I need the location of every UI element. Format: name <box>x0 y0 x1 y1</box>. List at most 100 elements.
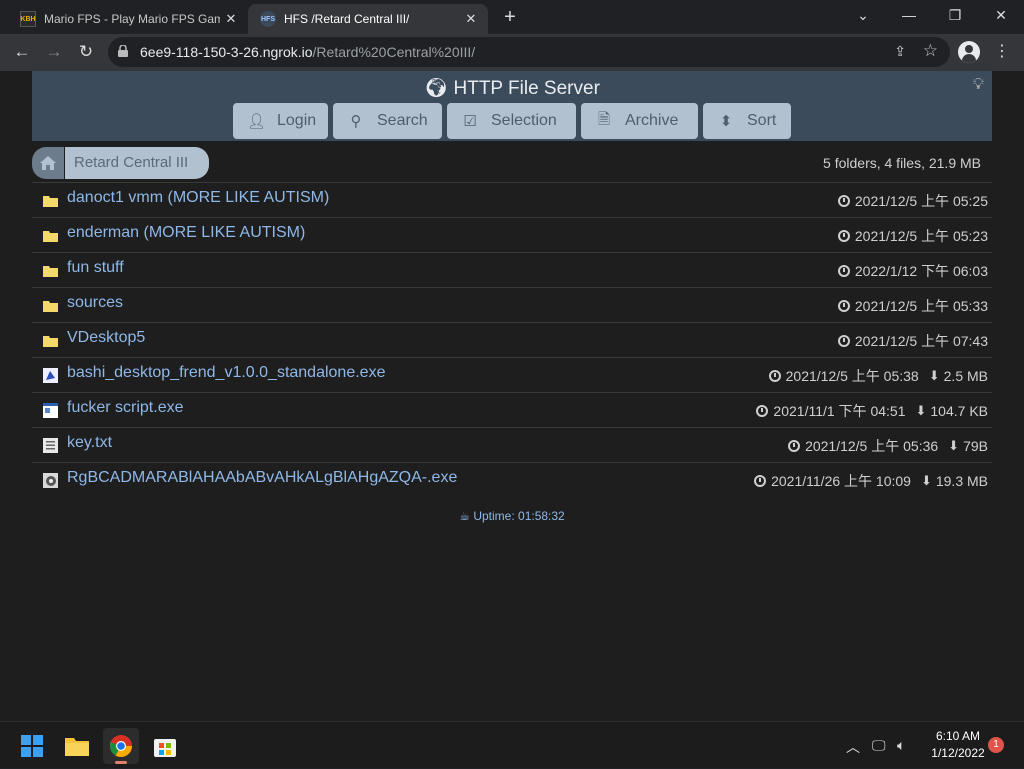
search-icon: ⚲ <box>350 113 362 130</box>
clock-icon <box>837 265 850 277</box>
clock-icon <box>754 475 767 487</box>
profile-avatar[interactable] <box>958 41 980 63</box>
item-date: 2021/11/1 下午 04:51 <box>773 403 906 419</box>
chrome-icon[interactable] <box>103 728 139 764</box>
browser-toolbar: ← → ↻ 6ee9-118-150-3-26.ngrok.io/Retard%… <box>0 34 1024 71</box>
item-size: 79B <box>963 438 988 454</box>
file-link[interactable]: VDesktop5 <box>67 329 145 347</box>
list-item: fun stuff 2022/1/12 下午 06:03 <box>32 252 992 287</box>
hfs-header: 🌍︎ HTTP File Server 💡︎ 👤︎ Login ⚲ Search ☑… <box>32 71 992 141</box>
taskbar: ︿ 🖵︎ 🔈︎ 6:10 AM 1/12/2022 1 <box>0 721 1024 768</box>
reload-button[interactable]: ↻ <box>74 41 98 65</box>
item-date: 2022/1/12 下午 06:03 <box>854 263 988 279</box>
tab-hfs[interactable]: HFS HFS /Retard Central III/ ✕ <box>248 4 488 34</box>
file-link[interactable]: enderman (MORE LIKE AUTISM) <box>67 224 305 242</box>
uptime-text: Uptime: 01:58:32 <box>473 509 565 523</box>
taskbar-time[interactable]: 6:10 AM <box>920 729 996 743</box>
windows-start-icon[interactable] <box>14 728 50 764</box>
clock-icon <box>837 300 850 312</box>
item-meta: 2021/12/5 上午 05:38 ⬇ 2.5 MB <box>768 366 988 386</box>
folder-icon <box>43 231 58 242</box>
tab-title: Mario FPS - Play Mario FPS Game <box>44 12 220 26</box>
home-icon[interactable] <box>32 147 64 179</box>
new-tab-button[interactable]: + <box>500 7 520 28</box>
list-item: VDesktop5 2021/12/5 上午 07:43 <box>32 322 992 357</box>
tab-search-icon[interactable]: ⌄ <box>848 6 878 26</box>
bookmark-star-icon[interactable]: ☆ <box>923 41 938 61</box>
uptime-status: ☕︎ Uptime: 01:58:32 <box>0 509 1024 523</box>
close-icon[interactable]: ✕ <box>462 10 480 28</box>
file-link[interactable]: key.txt <box>67 434 112 452</box>
url-host: 6ee9-118-150-3-26.ngrok.io <box>140 44 313 60</box>
share-icon[interactable]: ⇪ <box>894 43 906 60</box>
list-item: fucker script.exe 2021/11/1 下午 04:51 ⬇ 104… <box>32 392 992 427</box>
volume-icon[interactable]: 🔈︎ <box>897 737 905 754</box>
file-link[interactable]: danoct1 vmm (MORE LIKE AUTISM) <box>67 189 329 207</box>
file-link[interactable]: fucker script.exe <box>67 399 183 417</box>
list-item: danoct1 vmm (MORE LIKE AUTISM) 2021/12/5… <box>32 182 992 217</box>
exe-icon <box>43 403 58 418</box>
item-date: 2021/12/5 上午 05:36 <box>805 438 939 454</box>
exe-icon <box>43 473 58 488</box>
file-list: danoct1 vmm (MORE LIKE AUTISM) 2021/12/5… <box>32 182 992 497</box>
menu-kebab-icon[interactable]: ⋮ <box>994 42 1010 62</box>
item-meta: 2021/12/5 上午 05:23 <box>837 226 988 246</box>
item-date: 2021/12/5 上午 07:43 <box>854 333 988 349</box>
address-bar[interactable]: 6ee9-118-150-3-26.ngrok.io/Retard%20Cent… <box>108 37 950 67</box>
clock-icon <box>768 370 781 382</box>
microsoft-store-icon[interactable] <box>147 728 183 764</box>
folder-icon <box>43 301 58 312</box>
archive-button[interactable]: 🗎︎ Archive <box>581 103 698 139</box>
sort-icon: ⬍ <box>719 113 733 130</box>
item-meta: 2021/12/5 上午 05:36 ⬇ 79B <box>788 436 988 456</box>
file-explorer-icon[interactable] <box>59 728 95 764</box>
breadcrumb-current-folder[interactable]: Retard Central III <box>65 147 209 179</box>
download-icon: ⬇ <box>920 473 932 488</box>
login-button[interactable]: 👤︎ Login <box>233 103 328 139</box>
back-button[interactable]: ← <box>10 41 34 65</box>
download-icon: ⬇ <box>915 403 927 418</box>
page-content: 🌍︎ HTTP File Server 💡︎ 👤︎ Login ⚲ Search ☑… <box>0 71 1024 721</box>
search-button[interactable]: ⚲ Search <box>333 103 442 139</box>
lightbulb-icon[interactable]: 💡︎ <box>973 76 984 94</box>
tab-mario-fps[interactable]: KBH Mario FPS - Play Mario FPS Game ✕ <box>8 4 248 34</box>
file-link[interactable]: bashi_desktop_frend_v1.0.0_standalone.ex… <box>67 364 385 382</box>
item-date: 2021/12/5 上午 05:23 <box>854 228 988 244</box>
file-link[interactable]: RgBCADMARABlAHAAbABvAHkALgBlAHgAZQA-.exe <box>67 469 457 487</box>
item-meta: 2021/11/1 下午 04:51 ⬇ 104.7 KB <box>756 401 988 421</box>
text-file-icon <box>43 438 58 453</box>
clock-icon <box>837 230 850 242</box>
item-meta: 2021/12/5 上午 05:25 <box>837 191 988 211</box>
minimize-button[interactable]: — <box>894 6 924 26</box>
hfs-favicon-icon: HFS <box>260 11 276 27</box>
folder-summary: 5 folders, 4 files, 21.9 MB <box>823 155 981 171</box>
item-size: 2.5 MB <box>943 368 988 384</box>
forward-button[interactable]: → <box>42 41 66 65</box>
download-icon: ⬇ <box>928 368 940 383</box>
taskbar-date[interactable]: 1/12/2022 <box>920 746 996 760</box>
file-link[interactable]: sources <box>67 294 123 312</box>
item-meta: 2022/1/12 下午 06:03 <box>837 261 988 281</box>
list-item: key.txt 2021/12/5 上午 05:36 ⬇ 79B <box>32 427 992 462</box>
selection-label: Selection <box>491 112 557 129</box>
item-size: 104.7 KB <box>930 403 988 419</box>
network-icon[interactable]: 🖵︎ <box>872 737 886 754</box>
search-label: Search <box>377 112 428 129</box>
clock-icon <box>788 440 801 452</box>
chevron-up-icon[interactable]: ︿ <box>846 737 860 757</box>
file-link[interactable]: fun stuff <box>67 259 124 277</box>
notification-badge[interactable]: 1 <box>988 737 1004 753</box>
selection-button[interactable]: ☑ Selection <box>447 103 576 139</box>
download-icon: ⬇ <box>948 438 960 453</box>
window-close-button[interactable]: ✕ <box>986 6 1016 26</box>
list-item: sources 2021/12/5 上午 05:33 <box>32 287 992 322</box>
close-icon[interactable]: ✕ <box>222 10 240 28</box>
globe-icon: 🌍︎ <box>424 78 454 99</box>
list-item: RgBCADMARABlAHAAbABvAHkALgBlAHgAZQA-.exe… <box>32 462 992 497</box>
restore-button[interactable]: ❐ <box>940 6 970 26</box>
list-item: bashi_desktop_frend_v1.0.0_standalone.ex… <box>32 357 992 392</box>
archive-icon: 🗎︎ <box>597 110 611 128</box>
exe-icon <box>43 368 58 383</box>
sort-label: Sort <box>747 112 777 129</box>
sort-button[interactable]: ⬍ Sort <box>703 103 791 139</box>
